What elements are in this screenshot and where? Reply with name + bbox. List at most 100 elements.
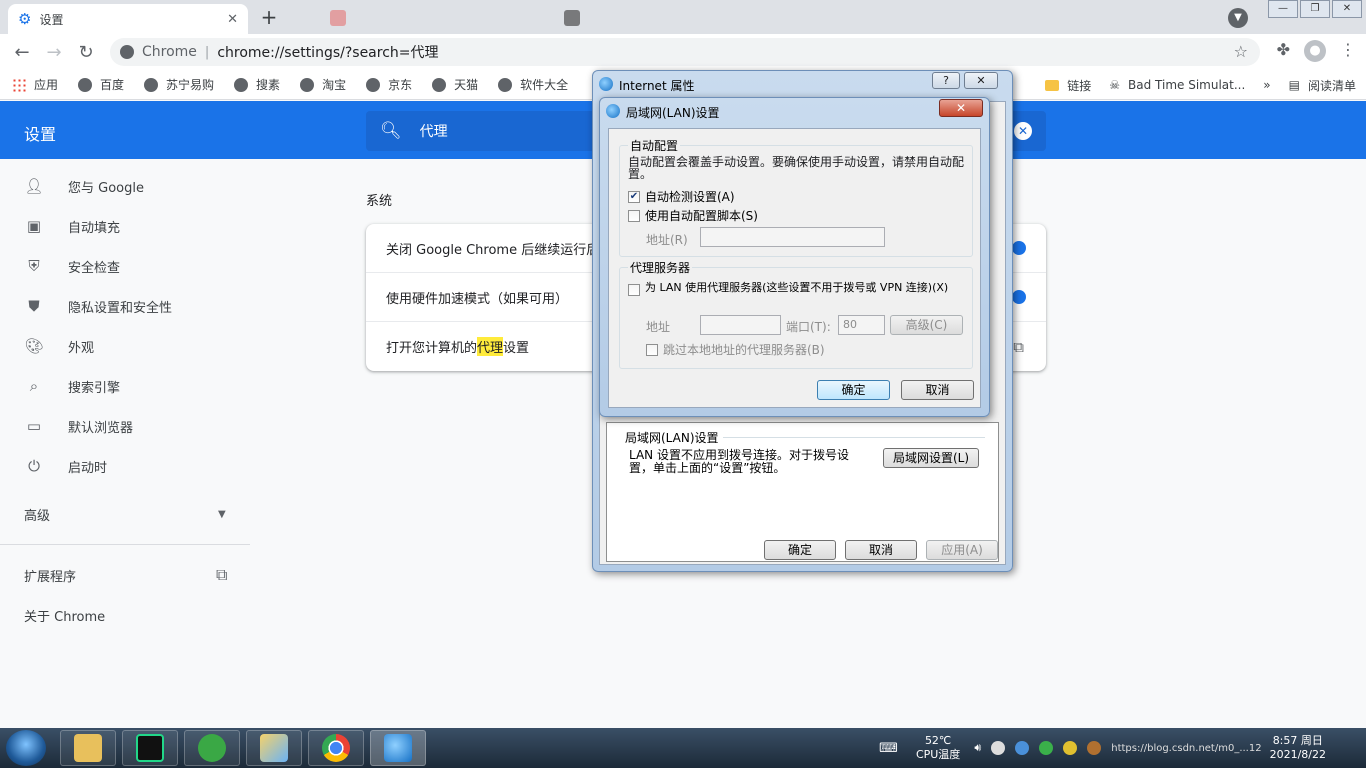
sidebar-item-autofill[interactable]: ▣ 自动填充: [0, 206, 250, 246]
search-highlight: 代理: [477, 337, 504, 356]
close-dialog-button[interactable]: ✕: [964, 72, 998, 89]
maximize-button[interactable]: ❐: [1300, 0, 1330, 18]
bookmark-item[interactable]: ☠ Bad Time Simulat...: [1109, 78, 1245, 92]
taskbar-explorer[interactable]: [60, 730, 116, 766]
tab-settings[interactable]: ⚙ 设置 ✕: [8, 4, 248, 34]
bookmark-overflow[interactable]: »: [1263, 78, 1270, 92]
taskbar-paint[interactable]: [246, 730, 302, 766]
taskbar-pycharm[interactable]: [122, 730, 178, 766]
reload-button[interactable]: ↻: [70, 42, 102, 63]
checkbox[interactable]: [646, 343, 658, 356]
tray-icon[interactable]: [1015, 741, 1030, 755]
cancel-button[interactable]: 取消: [845, 540, 917, 560]
bookmarks-right: 链接 ☠ Bad Time Simulat... » ▤ 阅读清单: [1027, 70, 1356, 100]
tray-icon[interactable]: [991, 741, 1006, 755]
bookmark-item[interactable]: 天猫: [432, 76, 478, 93]
toolbar: ← → ↻ Chrome | chrome://settings/?search…: [0, 34, 1366, 70]
checkbox-checked[interactable]: ✔: [628, 190, 640, 203]
tab-background[interactable]: [564, 8, 586, 28]
new-tab-button[interactable]: +: [256, 6, 282, 30]
gear-icon: ⚙: [18, 10, 32, 28]
omnibox-host: Chrome: [142, 44, 197, 60]
keyboard-icon[interactable]: ⌨: [879, 741, 898, 756]
bookmark-item[interactable]: 搜素: [234, 76, 280, 93]
sidebar-item-search-engine[interactable]: ⌕ 搜索引擎: [0, 366, 250, 406]
sidebar-item-on-startup[interactable]: ⏻ 启动时: [0, 446, 250, 486]
shield-icon: ⛊: [28, 297, 40, 315]
sidebar-item-appearance[interactable]: 🎨︎ 外观: [0, 326, 250, 366]
bookmark-item[interactable]: 苏宁易购: [144, 76, 214, 93]
sidebar-item-privacy[interactable]: ⛊ 隐私设置和安全性: [0, 286, 250, 326]
volume-icon[interactable]: 🔊︎: [974, 741, 981, 755]
advanced-button[interactable]: 高级(C): [890, 315, 963, 335]
auto-config-description: 自动配置会覆盖手动设置。要确保使用手动设置，请禁用自动配置。: [628, 155, 965, 181]
tab-title: 设置: [39, 12, 64, 27]
cancel-button[interactable]: 取消: [901, 380, 974, 400]
bypass-local-checkbox[interactable]: 跳过本地地址的代理服务器(B): [646, 341, 825, 358]
group-title: 代理服务器: [628, 259, 693, 276]
help-button[interactable]: ?: [932, 72, 960, 89]
script-address-field[interactable]: [700, 227, 885, 247]
close-dialog-button[interactable]: ✕: [939, 99, 983, 117]
tab-strip: ⚙ 设置 ✕ + ▼ — ❐ ✕: [0, 0, 1366, 34]
start-button[interactable]: [6, 730, 46, 766]
ok-button[interactable]: 确定: [817, 380, 890, 400]
close-window-button[interactable]: ✕: [1332, 0, 1362, 18]
avatar[interactable]: ●: [1304, 40, 1326, 62]
auto-script-checkbox[interactable]: 使用自动配置脚本(S): [628, 207, 758, 224]
checkbox[interactable]: [628, 284, 640, 296]
sidebar-item-about[interactable]: 关于 Chrome: [0, 595, 250, 635]
sidebar-item-safety-check[interactable]: ⛨ 安全检查: [0, 246, 250, 286]
clock[interactable]: 8:57 周日 2021/8/22: [1270, 734, 1326, 762]
lan-settings-button[interactable]: 局域网设置(L): [883, 448, 979, 468]
sidebar-item-default-browser[interactable]: ▭ 默认浏览器: [0, 406, 250, 446]
proxy-address-field[interactable]: [700, 315, 781, 335]
taskbar-internet-options[interactable]: [370, 730, 426, 766]
lan-description: LAN 设置不应用到拨号连接。对于拨号设置，单击上面的“设置”按钮。: [629, 448, 849, 475]
toggle[interactable]: [1012, 241, 1026, 255]
tab-search-button[interactable]: ▼: [1228, 8, 1248, 28]
reading-list[interactable]: ▤ 阅读清单: [1289, 77, 1356, 94]
omnibox[interactable]: Chrome | chrome://settings/?search=代理 ☆: [110, 38, 1260, 66]
back-button[interactable]: ←: [6, 42, 38, 63]
bookmark-item[interactable]: 软件大全: [498, 76, 568, 93]
bookmark-item[interactable]: 淘宝: [300, 76, 346, 93]
tray-icon[interactable]: [1039, 741, 1054, 755]
port-field[interactable]: 80: [838, 315, 885, 335]
bookmark-item[interactable]: 百度: [78, 76, 124, 93]
use-proxy-checkbox[interactable]: 为 LAN 使用代理服务器(这些设置不用于拨号或 VPN 连接)(X): [628, 282, 966, 296]
skull-icon: ☠: [1109, 78, 1121, 92]
ok-button[interactable]: 确定: [764, 540, 836, 560]
extensions-icon[interactable]: ✤: [1277, 40, 1290, 62]
proxy-address-label: 地址: [646, 320, 671, 334]
tab-background[interactable]: [330, 8, 352, 28]
clear-search-icon[interactable]: ✕: [1014, 122, 1032, 140]
cpu-temp[interactable]: 52℃ CPU温度: [916, 734, 960, 762]
checkbox[interactable]: [628, 209, 640, 222]
taskbar-chrome[interactable]: [308, 730, 364, 766]
browser-icon: ▭: [26, 417, 42, 435]
sidebar-item-you-and-google[interactable]: 👤︎ 您与 Google: [0, 166, 250, 206]
bookmark-item[interactable]: 京东: [366, 76, 412, 93]
menu-icon[interactable]: ⋮: [1340, 40, 1356, 62]
auto-detect-checkbox[interactable]: ✔ 自动检测设置(A): [628, 188, 735, 205]
clipboard-icon: ▣: [26, 217, 42, 235]
bookmark-star-icon[interactable]: ☆: [1234, 42, 1248, 61]
taskbar-app[interactable]: [184, 730, 240, 766]
close-tab-icon[interactable]: ✕: [227, 12, 238, 27]
tray-icon[interactable]: [1063, 741, 1078, 755]
dialog-title: Internet 属性: [619, 79, 695, 93]
toggle[interactable]: [1012, 290, 1026, 304]
minimize-button[interactable]: —: [1268, 0, 1298, 18]
apply-button[interactable]: 应用(A): [926, 540, 998, 560]
external-link-icon[interactable]: ⧉: [1013, 338, 1024, 356]
window-controls: — ❐ ✕: [1266, 0, 1362, 18]
forward-button[interactable]: →: [38, 42, 70, 63]
bookmark-folder[interactable]: 链接: [1045, 77, 1091, 94]
sidebar-item-extensions[interactable]: 扩展程序 ⧉: [0, 555, 250, 595]
toolbar-actions: ✤ ● ⋮: [1277, 40, 1356, 62]
bookmark-apps[interactable]: 应用: [12, 76, 58, 93]
sidebar-advanced[interactable]: 高级 ▼: [0, 494, 250, 534]
paint-icon: [260, 734, 288, 762]
tray-icon[interactable]: [1087, 741, 1102, 755]
